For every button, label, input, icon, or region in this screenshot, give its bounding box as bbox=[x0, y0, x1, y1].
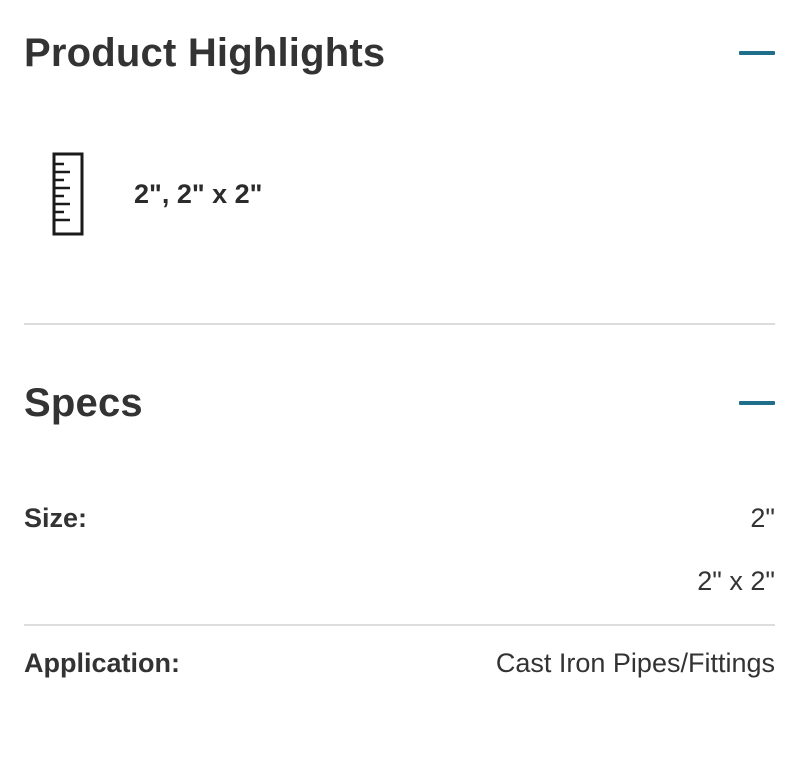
spec-value-size: 2" bbox=[750, 503, 775, 533]
spec-value-size: 2" x 2" bbox=[697, 566, 775, 596]
spec-value-application: Cast Iron Pipes/Fittings bbox=[495, 648, 775, 678]
minus-icon bbox=[739, 401, 775, 405]
section-divider bbox=[24, 323, 775, 325]
spec-label-application: Application: bbox=[24, 648, 180, 678]
specs-title: Specs bbox=[24, 380, 143, 425]
specs-collapse-button[interactable] bbox=[739, 391, 775, 415]
minus-icon bbox=[739, 51, 775, 55]
highlight-item: 2", 2" x 2" bbox=[52, 152, 262, 236]
product-highlights-title: Product Highlights bbox=[24, 30, 386, 75]
product-highlights-header[interactable]: Product Highlights bbox=[24, 28, 775, 78]
highlight-size-text: 2", 2" x 2" bbox=[134, 178, 263, 209]
spec-row-divider bbox=[24, 624, 775, 626]
ruler-icon bbox=[52, 152, 84, 236]
spec-label-size: Size: bbox=[24, 503, 88, 533]
specs-header[interactable]: Specs bbox=[24, 378, 775, 428]
product-highlights-collapse-button[interactable] bbox=[739, 41, 775, 65]
